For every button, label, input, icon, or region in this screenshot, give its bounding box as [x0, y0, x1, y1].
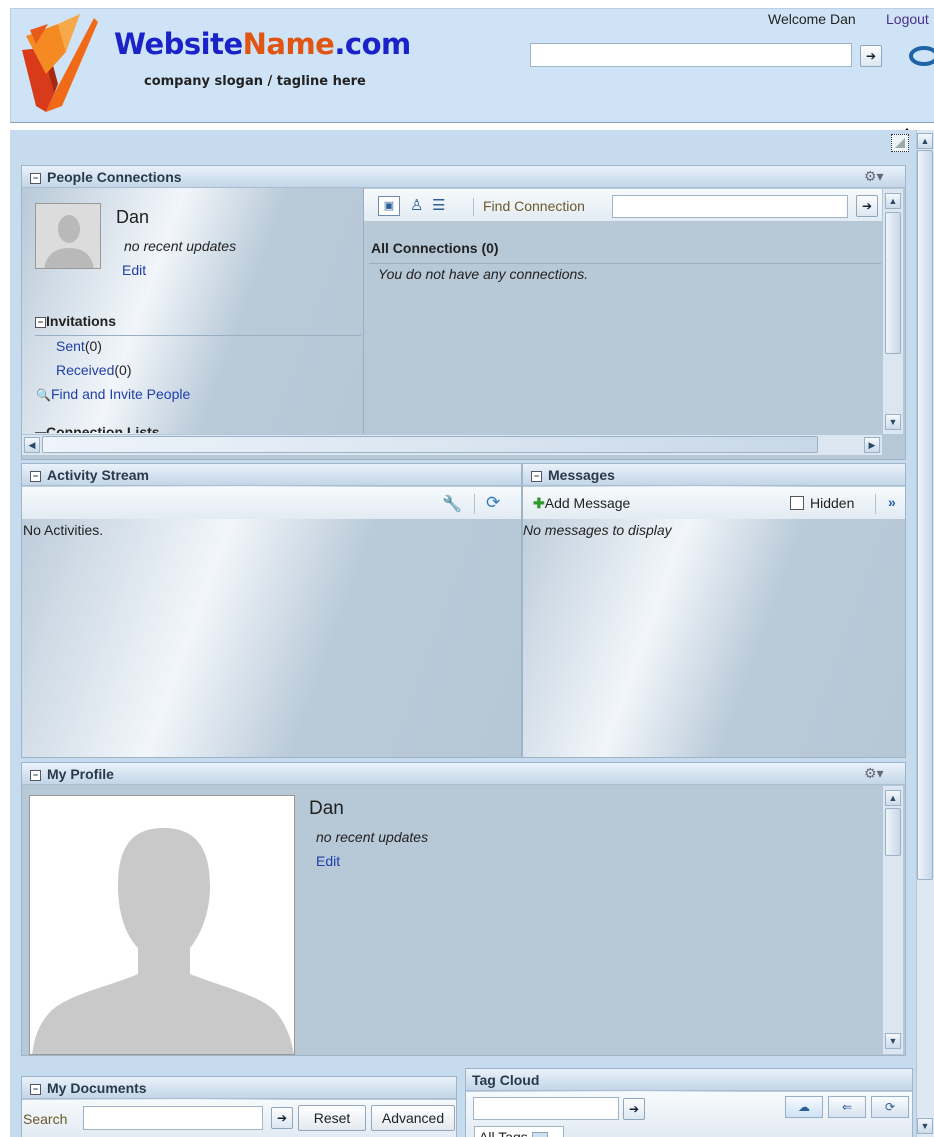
my-profile-title: − My Profile	[22, 763, 905, 785]
page-scroll-down-icon[interactable]: ▼	[917, 1118, 933, 1134]
page-scroll-thumb[interactable]	[917, 150, 933, 880]
tag-search-input[interactable]	[473, 1097, 619, 1120]
people-scroll-right-icon[interactable]: ▶	[864, 437, 880, 453]
hidden-checkbox[interactable]	[790, 496, 804, 510]
find-connection-label: Find Connection	[483, 198, 585, 214]
people-scroll-up-icon[interactable]: ▲	[885, 193, 901, 209]
people-vscroll-thumb[interactable]	[885, 212, 901, 354]
dropdown-arrow-icon: ▼	[531, 1132, 548, 1137]
hidden-label: Hidden	[810, 495, 855, 511]
tag-search-go-button[interactable]: ➔	[623, 1098, 645, 1120]
collapse-icon[interactable]: −	[531, 471, 542, 482]
my-documents-title: − My Documents	[22, 1077, 456, 1099]
page-customize-icon[interactable]	[891, 134, 909, 152]
tag-refresh-icon[interactable]: ⟳	[871, 1096, 909, 1118]
documents-search-input[interactable]	[83, 1106, 263, 1130]
collapse-icon[interactable]: −	[30, 770, 41, 781]
documents-advanced-button[interactable]: Advanced	[371, 1105, 455, 1131]
connection-lists-header[interactable]: Connection Lists	[35, 424, 160, 433]
profile-photo	[29, 795, 295, 1055]
profile-vscroll-thumb[interactable]	[885, 808, 901, 856]
header-search-go-button[interactable]: ➔	[860, 45, 882, 67]
all-connections-heading: All Connections (0)	[371, 240, 499, 256]
collapse-icon[interactable]: −	[30, 1084, 41, 1095]
received-invitations-link[interactable]: Received(0)	[56, 362, 132, 378]
header-search-input[interactable]	[530, 43, 852, 67]
people-status: no recent updates	[124, 238, 237, 254]
more-button[interactable]: »	[888, 494, 896, 510]
find-connection-go-button[interactable]: ➔	[856, 195, 878, 217]
oracle-logo-icon	[906, 46, 934, 66]
invitations-header[interactable]: − Invitations	[35, 313, 116, 329]
card-view-icon[interactable]: ▣	[378, 196, 400, 216]
avatar	[35, 203, 101, 269]
profile-scroll-up-icon[interactable]: ▲	[885, 790, 901, 806]
tag-action-icon[interactable]: ⇐	[828, 1096, 866, 1118]
add-message-icon: ✚	[533, 495, 545, 511]
sent-invitations-link[interactable]: Sent(0)	[56, 338, 102, 354]
messages-empty-text: No messages to display	[523, 522, 672, 538]
profile-scroll-down-icon[interactable]: ▼	[885, 1033, 901, 1049]
profile-gear-icon[interactable]: ⚙▾	[864, 765, 884, 782]
divider	[875, 494, 876, 514]
magnifier-icon: 🔍	[36, 388, 51, 402]
cloud-view-icon[interactable]: ☁	[785, 1096, 823, 1118]
people-scroll-left-icon[interactable]: ◀	[24, 437, 40, 453]
messages-title: − Messages	[523, 464, 905, 486]
collapse-icon[interactable]: −	[30, 173, 41, 184]
list-view-icon[interactable]: ☰	[432, 196, 445, 214]
divider	[473, 198, 474, 216]
profile-edit-link[interactable]: Edit	[316, 853, 340, 869]
splitter-up-icon[interactable]	[902, 120, 912, 133]
people-connections-title: − People Connections	[22, 166, 905, 188]
tag-filter-select[interactable]: All Tags ▼	[474, 1126, 564, 1137]
profile-status: no recent updates	[316, 829, 429, 845]
people-user-name: Dan	[116, 207, 150, 227]
documents-reset-button[interactable]: Reset	[298, 1105, 366, 1131]
find-connection-input[interactable]	[612, 195, 848, 218]
page-scroll-up-icon[interactable]: ▲	[917, 133, 933, 149]
people-scroll-down-icon[interactable]: ▼	[885, 414, 901, 430]
activity-stream-title: − Activity Stream	[22, 464, 521, 486]
person-view-icon[interactable]: ♙	[410, 196, 423, 214]
logo-checkmark-icon	[22, 14, 98, 112]
logout-link[interactable]: Logout	[886, 11, 929, 27]
divider	[35, 335, 361, 336]
documents-search-label: Search	[23, 1111, 68, 1127]
people-gear-icon[interactable]: ⚙▾	[864, 168, 884, 185]
refresh-icon[interactable]: ⟳	[486, 493, 500, 513]
pane-divider	[363, 188, 364, 434]
activity-empty-text: No Activities.	[23, 522, 104, 538]
divider	[369, 263, 881, 264]
site-slogan: company slogan / tagline here	[144, 74, 366, 89]
wrench-icon[interactable]: 🔧	[442, 494, 462, 514]
site-name[interactable]: WebsiteName.com	[114, 27, 411, 61]
tag-cloud-title: Tag Cloud	[466, 1069, 912, 1091]
people-edit-link[interactable]: Edit	[122, 262, 146, 278]
no-connections-text: You do not have any connections.	[378, 266, 589, 282]
welcome-text: Welcome Dan	[768, 11, 856, 27]
add-message-button[interactable]: ✚Add Message	[533, 495, 630, 512]
documents-search-go-button[interactable]: ➔	[271, 1107, 293, 1129]
divider	[474, 494, 475, 514]
find-invite-people-link[interactable]: 🔍Find and Invite People	[36, 386, 190, 402]
profile-user-name: Dan	[309, 798, 344, 819]
people-hscroll-thumb[interactable]	[42, 436, 818, 453]
header-separator	[10, 122, 934, 129]
collapse-icon[interactable]: −	[30, 471, 41, 482]
